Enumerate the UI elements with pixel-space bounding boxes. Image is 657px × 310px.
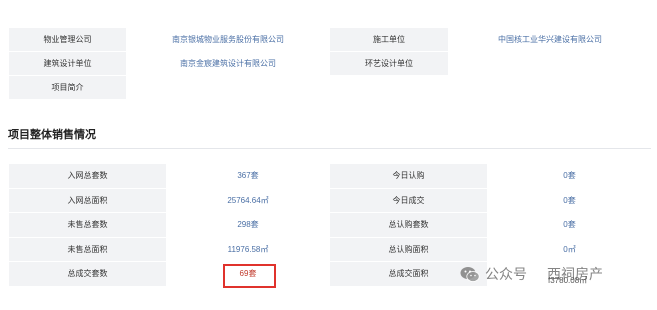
label-sold-units: 总成交套数: [8, 261, 167, 287]
value-architect: 南京金宸建筑设计有限公司: [126, 51, 330, 76]
value-construction-unit: 中国核工业华兴建设有限公司: [448, 27, 652, 52]
table-row: 项目简介: [8, 75, 652, 100]
label-total-units: 入网总套数: [8, 163, 167, 189]
section-title: 项目整体销售情况: [8, 129, 96, 141]
label-today-sold: 今日成交: [329, 187, 488, 213]
label-today-subscribed: 今日认购: [329, 163, 488, 189]
value-landscape-design: [448, 51, 652, 76]
value-property-company: 南京银城物业服务股份有限公司: [126, 27, 330, 52]
label-subscribed-units: 总认购套数: [329, 212, 488, 238]
table-row: 入网总面积 25764.64㎡ 今日成交 0套: [8, 187, 652, 213]
label-construction-unit: 施工单位: [329, 27, 449, 52]
value-total-area: 25764.64㎡: [166, 187, 330, 213]
table-row: 物业管理公司 南京银城物业服务股份有限公司 施工单位 中国核工业华兴建设有限公司: [8, 27, 652, 52]
watermark-text-official: 公众号: [485, 266, 527, 282]
label-total-area: 入网总面积: [8, 187, 167, 213]
label-project-intro: 项目简介: [8, 75, 127, 100]
table-row: 未售总面积 11976.58㎡ 总认购面积 0㎡: [8, 236, 652, 262]
value-today-sold: 0套: [487, 187, 652, 213]
label-unsold-area: 未售总面积: [8, 236, 167, 262]
section-divider: [8, 148, 651, 149]
value-unsold-area: 11976.58㎡: [166, 236, 330, 262]
value-project-intro: [126, 75, 652, 100]
table-row: 建筑设计单位 南京金宸建筑设计有限公司 环艺设计单位: [8, 51, 652, 76]
project-info-table: 物业管理公司 南京银城物业服务股份有限公司 施工单位 中国核工业华兴建设有限公司…: [8, 27, 652, 100]
highlight-box: [223, 264, 276, 288]
label-architect: 建筑设计单位: [8, 51, 127, 76]
value-total-units: 367套: [166, 163, 330, 189]
table-row: 未售总套数 298套 总认购套数 0套: [8, 212, 652, 238]
label-landscape-design: 环艺设计单位: [329, 51, 449, 76]
label-property-company: 物业管理公司: [8, 27, 127, 52]
value-today-subscribed: 0套: [487, 163, 652, 189]
label-unsold-units: 未售总套数: [8, 212, 167, 238]
table-row: 入网总套数 367套 今日认购 0套: [8, 163, 652, 189]
value-unsold-units: 298套: [166, 212, 330, 238]
value-subscribed-area: 0㎡: [487, 236, 652, 262]
value-subscribed-units: 0套: [487, 212, 652, 238]
sold-area-partial: f3780.08㎡: [548, 276, 588, 285]
label-subscribed-area: 总认购面积: [329, 236, 488, 262]
wechat-icon: [460, 266, 480, 283]
